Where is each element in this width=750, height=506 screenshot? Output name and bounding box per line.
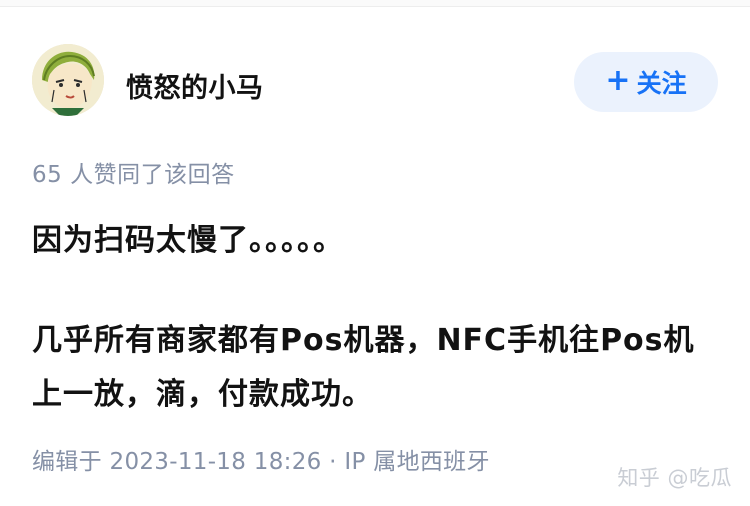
top-divider — [0, 0, 750, 7]
cartoon-avatar-icon — [32, 44, 104, 116]
edit-timestamp: 编辑于 2023-11-18 18:26 · IP 属地西班牙 — [32, 449, 490, 475]
vote-count: 65 人赞同了该回答 — [32, 162, 235, 188]
watermark: 知乎 @吃瓜 — [617, 466, 732, 490]
answer-paragraph-2: 几乎所有商家都有Pos机器，NFC手机往Pos机上一放，滴，付款成功。 — [32, 323, 695, 412]
answer-paragraph-1: 因为扫码太慢了。。。。。 — [32, 223, 344, 258]
plus-icon: + — [605, 62, 631, 98]
author-name[interactable]: 愤怒的小马 — [126, 66, 264, 105]
follow-button[interactable]: + 关注 — [574, 52, 718, 112]
author-row: 愤怒的小马 + 关注 — [32, 44, 718, 122]
follow-label: 关注 — [636, 69, 687, 98]
avatar[interactable] — [32, 44, 104, 116]
